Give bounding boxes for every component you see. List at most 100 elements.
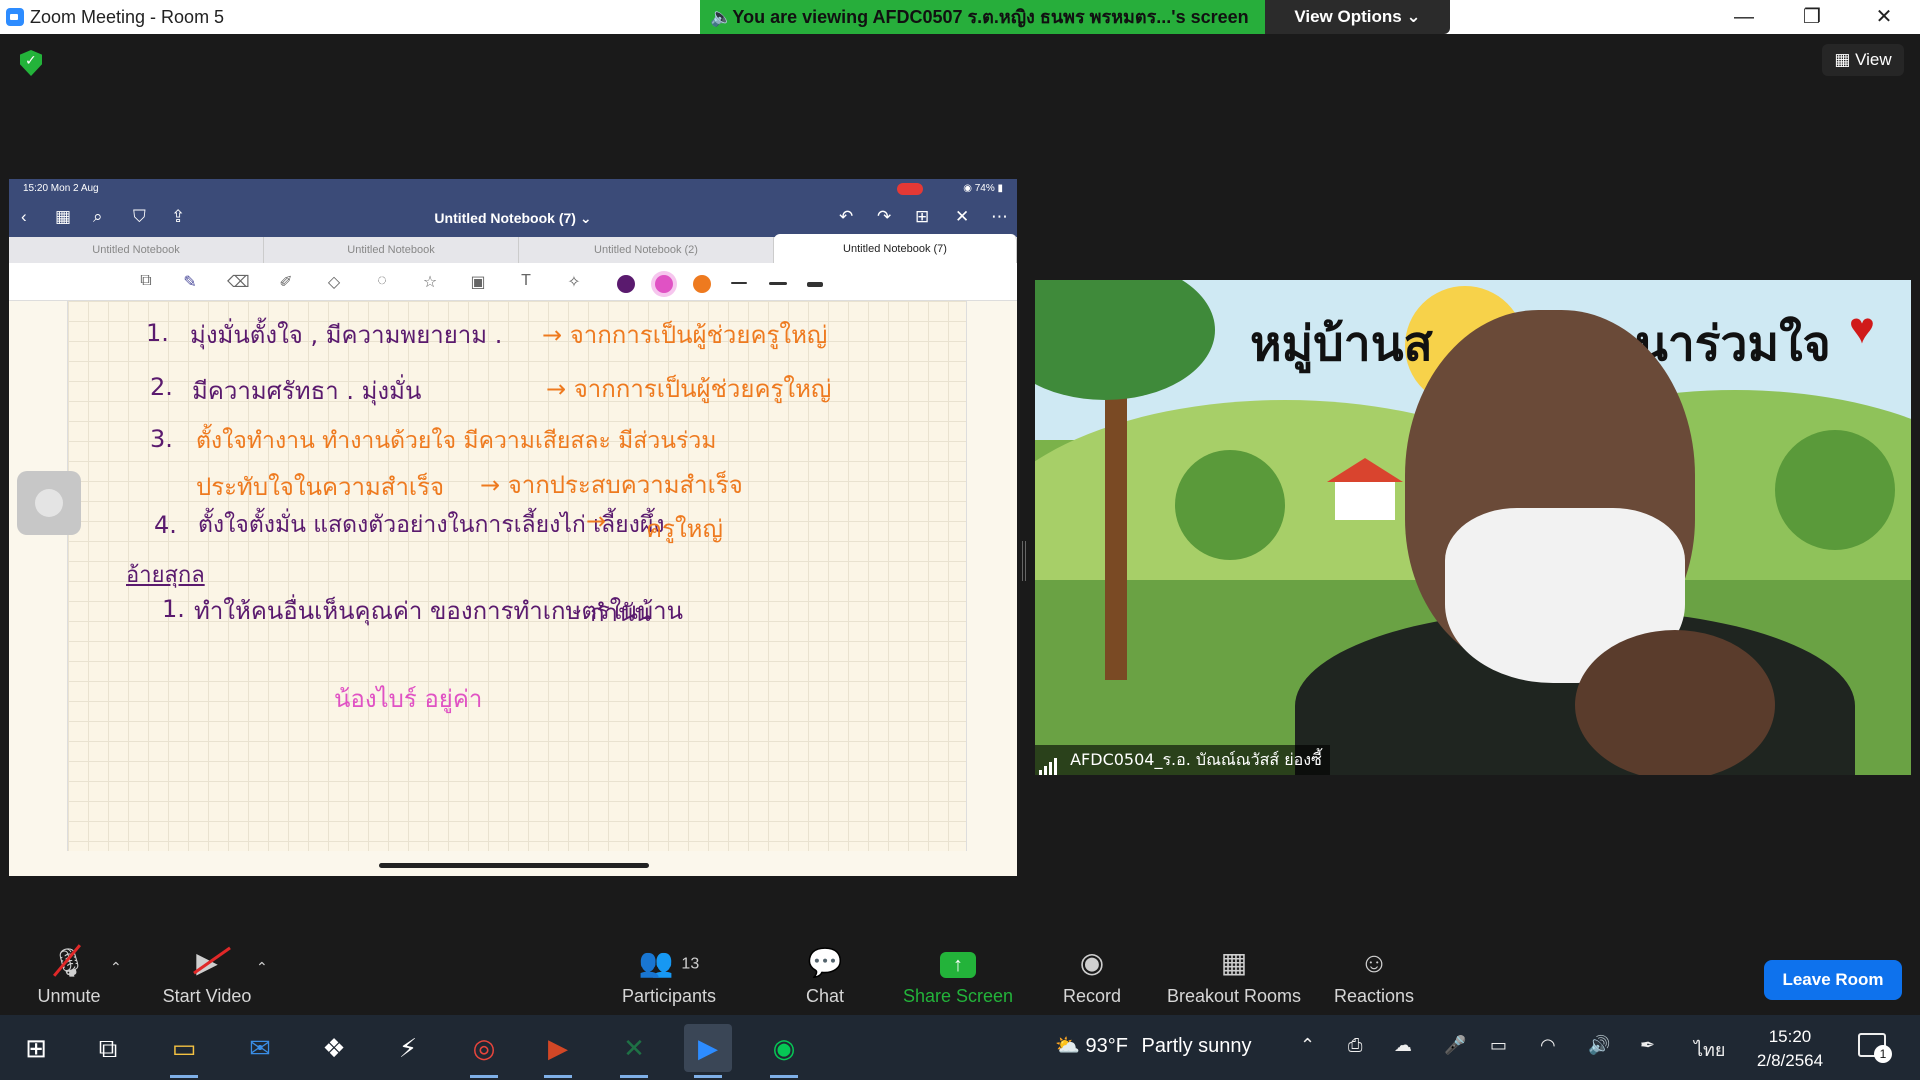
note-line-2-text: มีความศรัทธา . มุ่งมั่น (192, 377, 422, 405)
notebook-tab[interactable]: Untitled Notebook (2) (519, 237, 774, 263)
chat-label: Chat (805, 986, 845, 1006)
shared-screen[interactable]: 15:20 Mon 2 Aug ◉ 74% ▮ ‹ ▦ ⌕ ⛉ ⇪ Untitl… (9, 179, 1017, 876)
participant-video[interactable]: หมู่บ้านส นาร่วมใจ ♥ AFDC0504_ร.อ. บัณณ์… (1035, 280, 1911, 775)
zoom-taskbar-icon[interactable]: ▶ (684, 1024, 732, 1078)
dropbox-icon[interactable]: ❖ (310, 1024, 358, 1072)
notebook-tab[interactable]: Untitled Notebook (9, 237, 264, 263)
undo-icon[interactable]: ↶ (839, 207, 853, 227)
leave-room-button[interactable]: Leave Room (1764, 960, 1902, 1000)
title-bar: Zoom Meeting - Room 5 🔈You are viewing A… (0, 0, 1920, 34)
zoom-app-icon (6, 8, 24, 26)
signal-strength-icon (1039, 746, 1059, 775)
windows-start-icon[interactable]: ⊞ (12, 1024, 60, 1072)
chat-button[interactable]: 💬 Chat (785, 941, 865, 1015)
note-line-2-number: 2. (150, 373, 173, 401)
start-video-button[interactable]: ▶ Start Video (152, 941, 262, 1015)
ipad-navigation-bar: ‹ ▦ ⌕ ⛉ ⇪ Untitled Notebook (7) ⌄ ↶ ↷ ⊞ … (9, 199, 1017, 237)
file-explorer-icon[interactable]: ▭ (160, 1024, 208, 1078)
audio-options-chevron-icon[interactable]: ⌃ (110, 959, 122, 976)
color-orange-swatch[interactable] (693, 275, 711, 293)
thick-stroke-option[interactable] (807, 282, 823, 287)
note-line-1-text: มุ่งมั่นตั้งใจ , มีความพยายาม . (190, 321, 503, 349)
note-line-3-continued: ประทับใจในความสำเร็จ (196, 473, 445, 501)
share-screen-button[interactable]: ↑ Share Screen (896, 941, 1020, 1015)
breakout-rooms-button[interactable]: ▦ Breakout Rooms (1160, 941, 1308, 1015)
powerpoint-icon[interactable]: ▶ (534, 1024, 582, 1078)
clock-date: 2/8/2564 (1756, 1051, 1824, 1070)
participants-label: Participants (621, 986, 717, 1006)
muted-microphone-icon: 🎙 (24, 941, 114, 985)
notebook-page[interactable]: 1. มุ่งมั่นตั้งใจ , มีความพยายาม . → จาก… (67, 301, 967, 851)
reader-icon[interactable]: ⧉ (135, 272, 157, 292)
input-language-indicator[interactable]: ไทย (1694, 1035, 1725, 1064)
video-options-chevron-icon[interactable]: ⌃ (256, 959, 268, 976)
onedrive-icon[interactable]: ☁ (1394, 1035, 1412, 1056)
chrome-icon[interactable]: ◎ (460, 1024, 508, 1078)
assistive-touch-button[interactable] (17, 471, 81, 535)
line-app-icon[interactable]: ◉ (760, 1024, 808, 1078)
security-shield-icon[interactable] (20, 50, 42, 76)
reactions-icon: ☺ (1359, 947, 1389, 978)
sticker-icon[interactable]: ☆ (419, 272, 441, 292)
color-purple-swatch[interactable] (617, 275, 635, 293)
notification-center-icon[interactable]: 1 (1858, 1033, 1892, 1063)
weather-icon: ⛅ (1055, 1035, 1080, 1057)
text-icon[interactable]: T (515, 272, 537, 292)
video-background-title-left: หมู่บ้านส (1250, 316, 1433, 372)
notebook-tab[interactable]: Untitled Notebook (264, 237, 519, 263)
notebook-tab-active[interactable]: Untitled Notebook (7) (774, 234, 1017, 264)
close-button[interactable]: ✕ (1850, 0, 1918, 34)
unmute-button[interactable]: 🎙 Unmute (24, 941, 114, 1015)
wifi-icon[interactable]: ◠ (1540, 1035, 1556, 1056)
view-options-button[interactable]: View Options ⌄ (1265, 0, 1450, 34)
microphone-tray-icon[interactable]: 🎤 (1444, 1035, 1466, 1056)
view-button[interactable]: ▦ View (1822, 44, 1904, 76)
participant-name: AFDC0504_ร.อ. บัณณ์ณวัสส์ ย่องซี้ (1070, 750, 1322, 769)
minimize-button[interactable]: — (1710, 0, 1778, 34)
color-pink-swatch[interactable] (655, 275, 673, 293)
image-icon[interactable]: ▣ (467, 272, 489, 292)
reactions-button[interactable]: ☺ Reactions (1325, 941, 1423, 1015)
meet-now-icon[interactable]: ⎙ (1348, 1035, 1362, 1056)
note-section-item-number: 1. (162, 595, 185, 623)
close-notebook-icon[interactable]: ✕ (955, 207, 969, 227)
medium-stroke-option[interactable] (769, 282, 787, 285)
ipad-battery-status: ◉ 74% ▮ (963, 183, 1003, 194)
volume-icon[interactable]: 🔊 (1588, 1035, 1610, 1056)
highlighter-icon[interactable]: ✐ (275, 272, 297, 292)
share-screen-label: Share Screen (902, 986, 1014, 1006)
pane-resize-handle[interactable] (1022, 541, 1026, 581)
laser-pointer-icon[interactable]: ✧ (563, 272, 585, 292)
excel-icon[interactable]: ✕ (610, 1024, 658, 1078)
weather-widget[interactable]: ⛅ 93°F Partly sunny (1055, 1033, 1252, 1058)
battery-icon[interactable]: ▭ (1490, 1035, 1507, 1056)
ipad-status-bar: 15:20 Mon 2 Aug ◉ 74% ▮ (9, 179, 1017, 199)
window-title: Zoom Meeting - Room 5 (30, 7, 225, 27)
pen-menu-icon[interactable]: ✒ (1640, 1035, 1655, 1056)
app-icon[interactable]: ⚡ (384, 1024, 432, 1072)
drawing-toolbar: ⧉ ✎ ⌫ ✐ ◇ ◌ ☆ ▣ T ✧ (9, 263, 1017, 301)
system-clock[interactable]: 15:20 2/8/2564 (1740, 1025, 1840, 1073)
add-page-icon[interactable]: ⊞ (915, 207, 929, 227)
note-section-item-annotation: กำนัน (590, 599, 651, 627)
mail-icon[interactable]: ✉ (236, 1024, 284, 1072)
task-view-icon[interactable]: ⧉ (84, 1024, 132, 1072)
record-button[interactable]: ◉ Record (1052, 941, 1132, 1015)
more-icon[interactable]: ⋯ (991, 207, 1008, 227)
tab-label: Untitled Notebook (7) (843, 243, 947, 255)
notebook-title[interactable]: Untitled Notebook (7) ⌄ (9, 210, 1017, 227)
note-section-title: อ้ายสุกล (126, 563, 205, 588)
redo-icon[interactable]: ↷ (877, 207, 891, 227)
thin-stroke-option[interactable] (731, 282, 747, 284)
participants-button[interactable]: 👥 13 Participants (612, 941, 726, 1015)
participants-count: 13 (681, 955, 700, 973)
show-hidden-icons-chevron-icon[interactable]: ⌃ (1300, 1035, 1315, 1056)
tab-label: Untitled Notebook (2) (594, 244, 698, 256)
note-line-1-annotation: → จากการเป็นผู้ช่วยครูใหญ่ (542, 321, 828, 349)
weather-temperature: 93°F (1085, 1035, 1128, 1057)
lasso-icon[interactable]: ◌ (371, 272, 393, 292)
pen-icon[interactable]: ✎ (179, 272, 201, 292)
shapes-icon[interactable]: ◇ (323, 272, 345, 292)
eraser-icon[interactable]: ⌫ (227, 272, 250, 292)
restore-button[interactable]: ❐ (1778, 0, 1846, 34)
